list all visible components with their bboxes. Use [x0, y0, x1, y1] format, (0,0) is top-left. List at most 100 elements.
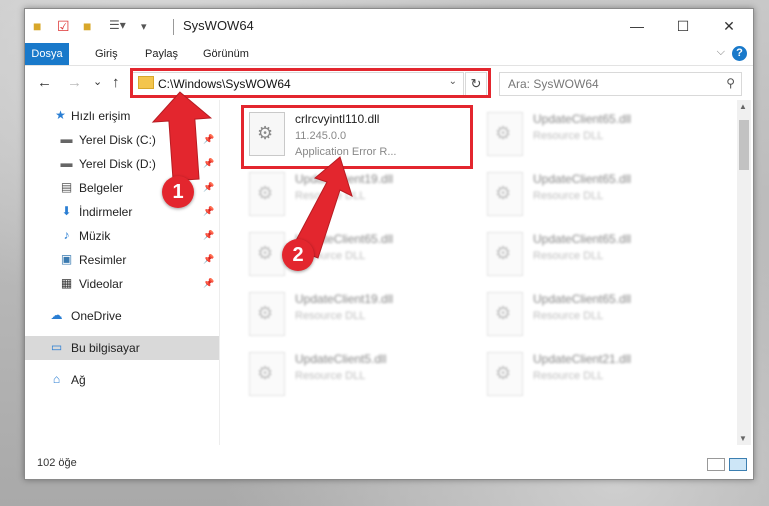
search-icon[interactable]: ⚲: [726, 76, 735, 90]
dll-file-icon: [487, 352, 523, 396]
pin-icon: 📌: [203, 134, 215, 144]
file-item[interactable]: UpdateClient65.dll Resource DLL: [479, 286, 709, 344]
file-description: Resource DLL: [533, 250, 604, 262]
window-title: SysWOW64: [183, 18, 254, 33]
file-highlight-box: [241, 105, 473, 169]
sidebar-item-label: Belgeler: [79, 181, 124, 195]
scroll-thumb[interactable]: [739, 120, 749, 170]
item-count: 102 öğe: [37, 457, 77, 469]
file-item[interactable]: UpdateClient65.dll Resource DLL: [241, 226, 471, 284]
tab-paylas[interactable]: Paylaş: [139, 43, 184, 65]
dll-file-icon: [249, 232, 285, 276]
drive-icon: ▬: [60, 132, 73, 146]
file-item[interactable]: UpdateClient19.dll Resource DLL: [241, 166, 471, 224]
music-icon: ♪: [63, 228, 70, 242]
explorer-window: ■ ☑ ■ ☰▾ ▾ SysWOW64 — ☐ ✕ Dosya Giriş Pa…: [24, 8, 754, 480]
sidebar-item-label: Videolar: [79, 277, 123, 291]
file-description: Resource DLL: [295, 310, 366, 322]
sidebar-item-label: Resimler: [79, 253, 127, 267]
properties-icon[interactable]: ☑: [57, 18, 70, 35]
sidebar-item-label: Bu bilgisayar: [71, 341, 140, 355]
details-view-button[interactable]: [707, 458, 725, 471]
video-icon: ▦: [60, 276, 73, 290]
sidebar-item-label: OneDrive: [71, 309, 122, 323]
computer-icon: ▭: [50, 340, 63, 354]
file-item[interactable]: UpdateClient65.dll Resource DLL: [479, 106, 709, 164]
star-icon: ★: [55, 108, 66, 122]
customize-toolbar-icon[interactable]: ☰▾: [109, 18, 126, 32]
file-description: Resource DLL: [533, 310, 604, 322]
sidebar-item-ag[interactable]: ⌂ Ağ: [25, 368, 219, 392]
file-name: UpdateClient65.dll: [533, 292, 632, 306]
folder-icon: ■: [33, 18, 42, 34]
file-description: Resource DLL: [533, 130, 604, 142]
search-input[interactable]: Ara: SysWOW64 ⚲: [499, 72, 742, 96]
dll-file-icon: [249, 172, 285, 216]
sidebar-item-indirmeler[interactable]: ⬇ İndirmeler 📌: [25, 200, 219, 224]
sidebar-item-label: Müzik: [79, 229, 111, 243]
dll-file-icon: [249, 352, 285, 396]
sidebar-item-label: İndirmeler: [79, 205, 133, 219]
file-description: Resource DLL: [295, 370, 366, 382]
pane-divider[interactable]: [219, 100, 220, 445]
title-separator: [173, 19, 174, 35]
sidebar-item-videolar[interactable]: ▦ Videolar 📌: [25, 272, 219, 296]
pin-icon: 📌: [203, 254, 215, 264]
scroll-down-icon[interactable]: ▼: [739, 434, 747, 443]
sidebar-item-resimler[interactable]: ▣ Resimler 📌: [25, 248, 219, 272]
file-item[interactable]: UpdateClient19.dll Resource DLL: [241, 286, 471, 344]
pin-icon: 📌: [203, 182, 215, 192]
callout-2: 2: [282, 239, 314, 271]
tab-giris[interactable]: Giriş: [89, 43, 124, 65]
pin-icon: 📌: [203, 206, 215, 216]
file-item[interactable]: UpdateClient65.dll Resource DLL: [479, 226, 709, 284]
tiles-view-button[interactable]: [729, 458, 747, 471]
file-name: UpdateClient19.dll: [295, 172, 394, 186]
cloud-icon: ☁: [50, 308, 63, 322]
ribbon-tabs: Dosya Giriş Paylaş Görünüm ⌵ ?: [25, 43, 753, 66]
drive-icon: ▬: [60, 156, 73, 170]
tab-gorunum[interactable]: Görünüm: [197, 43, 255, 65]
sidebar-item-yerel-disk-c[interactable]: ▬ Yerel Disk (C:) 📌: [25, 128, 219, 152]
pin-icon: 📌: [203, 278, 215, 288]
sidebar-item-hizli-erisim[interactable]: ★ Hızlı erişim: [25, 104, 219, 128]
file-name: UpdateClient65.dll: [533, 172, 632, 186]
file-name: UpdateClient21.dll: [533, 352, 632, 366]
sidebar-item-yerel-disk-d[interactable]: ▬ Yerel Disk (D:) 📌: [25, 152, 219, 176]
dll-file-icon: [487, 292, 523, 336]
up-button[interactable]: ↑: [112, 74, 120, 91]
file-name: UpdateClient65.dll: [533, 112, 632, 126]
qa-dropdown-icon[interactable]: ▾: [141, 20, 147, 33]
expand-ribbon-icon[interactable]: ⌵: [717, 46, 725, 59]
back-button[interactable]: ←: [37, 74, 52, 91]
minimize-button[interactable]: —: [615, 13, 659, 39]
sidebar-item-label: Ağ: [71, 373, 86, 387]
sidebar-item-label: Hızlı erişim: [71, 109, 131, 123]
recent-locations-button[interactable]: ⌄: [93, 75, 102, 88]
address-highlight-box: [130, 68, 491, 98]
file-item[interactable]: UpdateClient5.dll Resource DLL: [241, 346, 471, 404]
file-description: Resource DLL: [533, 370, 604, 382]
help-icon[interactable]: ?: [732, 46, 747, 61]
sidebar-item-label: Yerel Disk (C:): [79, 133, 156, 147]
file-item[interactable]: UpdateClient65.dll Resource DLL: [479, 166, 709, 224]
new-folder-icon[interactable]: ■: [83, 18, 91, 34]
vertical-scrollbar[interactable]: ▲ ▼: [737, 100, 751, 445]
network-icon: ⌂: [52, 372, 61, 386]
maximize-button[interactable]: ☐: [661, 13, 705, 39]
document-icon: ▤: [60, 180, 73, 194]
forward-button[interactable]: →: [67, 74, 82, 91]
sidebar-item-muzik[interactable]: ♪ Müzik 📌: [25, 224, 219, 248]
pin-icon: 📌: [203, 230, 215, 240]
sidebar-item-onedrive[interactable]: ☁ OneDrive: [25, 304, 219, 328]
scroll-up-icon[interactable]: ▲: [739, 102, 747, 111]
dll-file-icon: [249, 292, 285, 336]
sidebar-item-bu-bilgisayar[interactable]: ▭ Bu bilgisayar: [25, 336, 219, 360]
pin-icon: 📌: [203, 158, 215, 168]
tab-dosya[interactable]: Dosya: [25, 43, 69, 65]
file-name: UpdateClient65.dll: [533, 232, 632, 246]
close-button[interactable]: ✕: [707, 13, 751, 39]
sidebar-item-label: Yerel Disk (D:): [79, 157, 156, 171]
file-item[interactable]: UpdateClient21.dll Resource DLL: [479, 346, 709, 404]
pictures-icon: ▣: [60, 252, 73, 266]
